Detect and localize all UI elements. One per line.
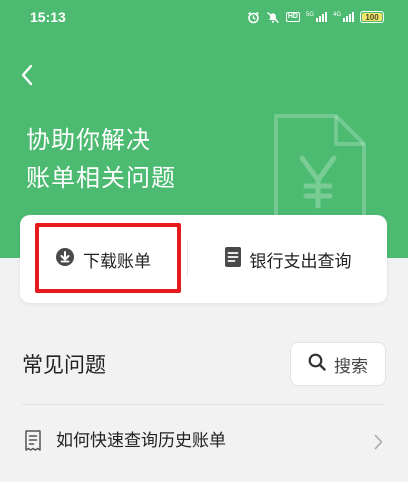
hd-badge: HD (285, 12, 300, 22)
faq-item-label: 如何快速查询历史账单 (56, 431, 226, 451)
search-icon (308, 353, 326, 375)
page-title-line1: 协助你解决 (26, 126, 151, 154)
chevron-right-icon (374, 434, 383, 454)
status-time: 15:13 (30, 9, 66, 25)
back-button[interactable] (14, 62, 40, 92)
alarm-icon (247, 11, 260, 24)
receipt-icon (24, 430, 42, 456)
faq-section-title: 常见问题 (22, 353, 106, 377)
signal-icon: 5G (306, 12, 327, 22)
bill-document-icon (272, 112, 368, 226)
bank-expense-query-button[interactable]: 银行支出查询 (188, 215, 387, 303)
page-title-line2: 账单相关问题 (26, 164, 176, 192)
status-icons: HD 5G 4G 100 (247, 9, 384, 25)
mute-icon (266, 11, 280, 24)
bank-expense-query-label: 银行支出查询 (249, 251, 352, 272)
battery-icon: 100 (360, 11, 384, 23)
chevron-left-icon (20, 64, 34, 90)
document-list-icon (224, 246, 242, 272)
search-button[interactable]: 搜索 (290, 342, 386, 386)
search-label: 搜索 (334, 356, 368, 377)
faq-item[interactable]: 如何快速查询历史账单 (0, 405, 408, 477)
highlight-box (35, 223, 181, 293)
status-bar: 15:13 HD 5G 4G 100 (0, 0, 408, 34)
signal-icon-2: 4G (333, 12, 354, 22)
